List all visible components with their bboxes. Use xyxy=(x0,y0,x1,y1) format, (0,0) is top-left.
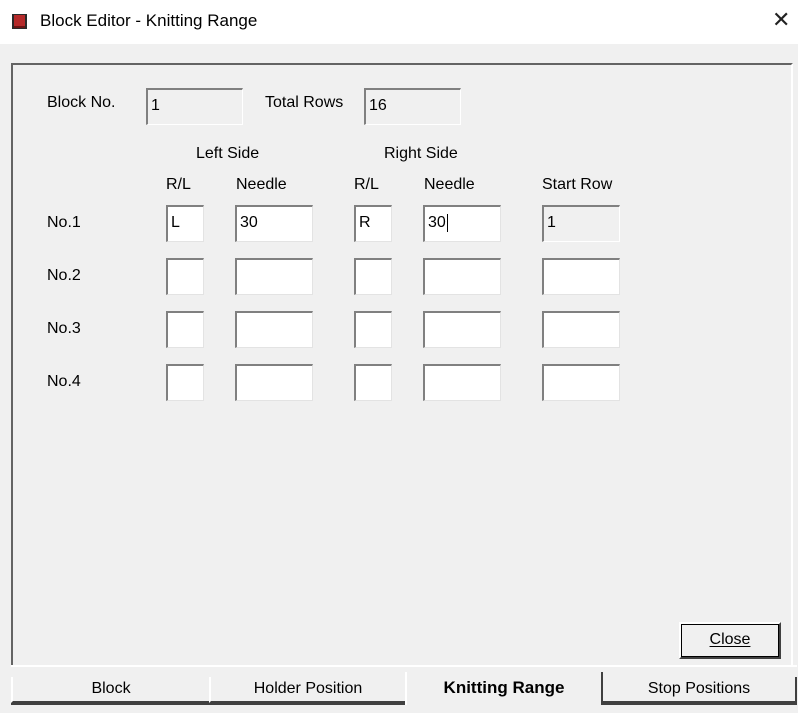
right-needle-value-1: 30 xyxy=(428,214,446,231)
total-rows-field: 16 xyxy=(364,88,461,125)
row-label-3: No.3 xyxy=(47,320,81,337)
left-rl-header: R/L xyxy=(166,176,191,193)
tab-holder-position-label: Holder Position xyxy=(253,680,363,697)
text-caret xyxy=(446,213,448,232)
right-rl-field-3[interactable] xyxy=(354,311,392,348)
left-needle-header: Needle xyxy=(236,176,287,193)
tab-stop-positions[interactable]: Stop Positions xyxy=(601,677,797,703)
left-rl-field-4[interactable] xyxy=(166,364,204,401)
tab-block-label: Block xyxy=(91,680,131,697)
left-side-heading: Left Side xyxy=(196,145,260,162)
left-needle-field-3[interactable] xyxy=(235,311,313,348)
tab-strip-baseline xyxy=(11,703,797,705)
right-rl-field-1[interactable]: R xyxy=(354,205,392,242)
total-rows-label: Total Rows xyxy=(265,94,344,111)
right-side-heading: Right Side xyxy=(384,145,458,162)
right-needle-field-1[interactable]: 30 xyxy=(423,205,501,242)
row-label-2: No.2 xyxy=(47,267,81,284)
left-rl-field-2[interactable] xyxy=(166,258,204,295)
close-button-label: Close xyxy=(709,631,751,648)
left-rl-field-3[interactable] xyxy=(166,311,204,348)
row-label-4: No.4 xyxy=(47,373,81,390)
tab-block[interactable]: Block xyxy=(11,677,211,703)
right-needle-field-2[interactable] xyxy=(423,258,501,295)
tab-stop-positions-label: Stop Positions xyxy=(647,680,751,697)
start-row-field-4[interactable] xyxy=(542,364,620,401)
right-rl-field-4[interactable] xyxy=(354,364,392,401)
right-needle-field-4[interactable] xyxy=(423,364,501,401)
block-no-field: 1 xyxy=(146,88,243,125)
row-label-1: No.1 xyxy=(47,214,81,231)
block-no-label: Block No. xyxy=(47,94,116,111)
right-needle-header: Needle xyxy=(424,176,475,193)
close-button[interactable]: Close xyxy=(679,622,781,659)
start-row-field-1: 1 xyxy=(542,205,620,242)
right-rl-field-2[interactable] xyxy=(354,258,392,295)
title-bar: Block Editor - Knitting Range ✕ xyxy=(0,0,798,44)
tab-knitting-range[interactable]: Knitting Range xyxy=(405,672,603,705)
left-needle-field-1[interactable]: 30 xyxy=(235,205,313,242)
tab-holder-position[interactable]: Holder Position xyxy=(209,677,407,703)
right-rl-header: R/L xyxy=(354,176,379,193)
start-row-header: Start Row xyxy=(542,176,613,193)
left-needle-field-4[interactable] xyxy=(235,364,313,401)
right-needle-field-3[interactable] xyxy=(423,311,501,348)
left-needle-field-2[interactable] xyxy=(235,258,313,295)
left-rl-field-1[interactable]: L xyxy=(166,205,204,242)
close-icon[interactable]: ✕ xyxy=(772,10,790,32)
app-icon xyxy=(12,14,27,29)
tab-knitting-range-label: Knitting Range xyxy=(443,678,565,697)
start-row-field-2[interactable] xyxy=(542,258,620,295)
start-row-field-3[interactable] xyxy=(542,311,620,348)
window-title: Block Editor - Knitting Range xyxy=(40,11,258,30)
